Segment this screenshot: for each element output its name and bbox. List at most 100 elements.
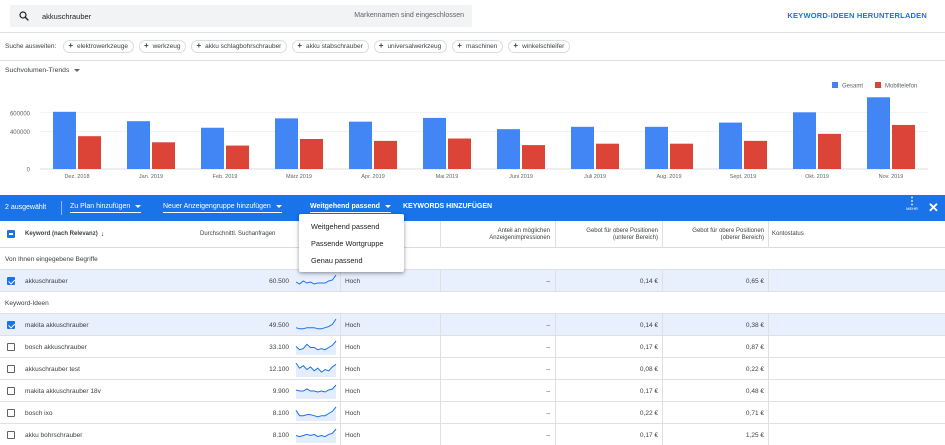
row-checkbox[interactable] bbox=[7, 343, 15, 351]
search-box[interactable]: akkuschrauber Markennamen sind eingeschl… bbox=[10, 5, 472, 27]
legend-swatch bbox=[875, 82, 881, 88]
cell-keyword: makita akkuschrauber bbox=[25, 321, 89, 329]
table-row[interactable]: akkuschrauber test 12.100 Hoch – 0,08 € 0,22 … bbox=[0, 358, 945, 380]
more-button[interactable]: ⋮ MEHR bbox=[905, 197, 919, 212]
bar-mobiltelefon[interactable] bbox=[744, 140, 767, 169]
table-row[interactable]: bosch akkuschrauber 33.100 Hoch – 0,17 € 0,87… bbox=[0, 336, 945, 358]
cell-keyword: bosch akkuschrauber bbox=[25, 343, 87, 351]
cell-competition: Hoch bbox=[345, 277, 361, 285]
cell-keyword: akkuschrauber test bbox=[25, 365, 80, 373]
table-row[interactable]: makita akkuschrauber 49.500 Hoch – 0,14 € 0,3… bbox=[0, 314, 945, 336]
cell-bid-high: 0,38 € bbox=[745, 321, 764, 329]
add-keywords-button[interactable]: KEYWORDS HINZUFÜGEN bbox=[403, 203, 492, 212]
column-divider bbox=[662, 270, 663, 292]
bar-mobiltelefon[interactable] bbox=[522, 145, 545, 169]
bar-mobiltelefon[interactable] bbox=[818, 133, 841, 169]
column-share[interactable]: Anteil an möglichen Anzeigenimpressionen bbox=[440, 221, 550, 248]
bar-gesamt[interactable] bbox=[867, 97, 890, 169]
bar-mobiltelefon[interactable] bbox=[226, 145, 249, 169]
bar-gesamt[interactable] bbox=[645, 126, 668, 169]
cell-keyword: akkuschrauber bbox=[25, 277, 68, 285]
bar-mobiltelefon[interactable] bbox=[596, 143, 619, 169]
suggestion-chip[interactable]: + maschinen bbox=[452, 39, 504, 53]
bar-gesamt[interactable] bbox=[423, 117, 446, 169]
suggestion-chip[interactable]: + winkelschleifer bbox=[508, 39, 571, 53]
bar-mobiltelefon[interactable] bbox=[152, 142, 175, 169]
add-to-plan-dropdown[interactable]: Zu Plan hinzufügen bbox=[70, 203, 142, 213]
trend-selector[interactable]: Suchvolumen-Trends bbox=[5, 67, 81, 74]
column-bid-high-line2: (oberer Bereich) bbox=[720, 234, 764, 241]
table-row[interactable]: akku bohrschrauber 8.100 Hoch – 0,17 € 1,25 € bbox=[0, 424, 945, 445]
cell-competition: Hoch bbox=[345, 409, 361, 417]
suggestion-chip[interactable]: + elektrowerkzeuge bbox=[63, 39, 134, 53]
bar-gesamt[interactable] bbox=[793, 112, 816, 169]
column-bid-high[interactable]: Gebot für obere Positionen (oberer Bereic… bbox=[662, 221, 764, 248]
legend-swatch bbox=[832, 82, 838, 88]
suggestion-chip[interactable]: + akku schlagbohrschrauber bbox=[191, 39, 288, 53]
match-type-menu: Weitgehend passend Passende Wortgruppe G… bbox=[299, 214, 404, 272]
bar-gesamt[interactable] bbox=[571, 126, 594, 169]
y-tick-label: 0 bbox=[27, 168, 31, 174]
legend-label: Gesamt bbox=[842, 84, 863, 90]
column-divider bbox=[440, 270, 441, 292]
bar-mobiltelefon[interactable] bbox=[892, 124, 915, 169]
suggestion-chip[interactable]: + universalwerkzeug bbox=[373, 39, 448, 53]
menu-item-phrase[interactable]: Passende Wortgruppe bbox=[299, 235, 404, 252]
suggestion-chip[interactable]: + werkzeug bbox=[138, 39, 187, 53]
search-icon bbox=[19, 11, 29, 21]
row-checkbox[interactable] bbox=[7, 277, 15, 285]
trend-sparkline bbox=[295, 406, 337, 421]
menu-item-exact[interactable]: Genau passend bbox=[299, 252, 404, 269]
match-type-dropdown[interactable]: Weitgehend passend bbox=[310, 203, 391, 213]
suggestion-chip-label: akku stabschrauber bbox=[306, 42, 363, 50]
cell-searches: 60.500 bbox=[269, 277, 289, 285]
column-keyword[interactable]: Keyword (nach Relevanz) ↓ bbox=[25, 221, 205, 248]
column-bid-low[interactable]: Gebot für obere Positionen (unterer Berei… bbox=[555, 221, 658, 248]
bar-mobiltelefon[interactable] bbox=[300, 139, 323, 169]
suggestion-chip[interactable]: + akku stabschrauber bbox=[292, 39, 369, 53]
row-checkbox[interactable] bbox=[7, 321, 15, 329]
search-volume-chart: 600000 400000 0 Dez. 2018 Jan. 2019 Feb. 2019… bbox=[10, 82, 928, 180]
section-entered: Von Ihnen eingegebene Begriffe bbox=[0, 248, 945, 270]
x-tick-label: Jan. 2019 bbox=[139, 174, 163, 180]
x-tick-label: März 2019 bbox=[286, 174, 312, 180]
column-divider bbox=[340, 336, 341, 358]
suggestion-chip-label: elektrowerkzeuge bbox=[76, 42, 128, 50]
bar-gesamt[interactable] bbox=[349, 121, 372, 169]
bar-mobiltelefon[interactable] bbox=[78, 136, 101, 169]
chevron-down-icon bbox=[74, 69, 81, 72]
bar-gesamt[interactable] bbox=[719, 122, 742, 169]
search-input[interactable]: akkuschrauber bbox=[42, 12, 91, 21]
table-row[interactable]: akkuschrauber 60.500 Hoch – 0,14 € 0,65 € bbox=[0, 270, 945, 292]
download-keywords-button[interactable]: KEYWORD-IDEEN HERUNTERLADEN bbox=[787, 11, 927, 20]
cell-bid-low: 0,22 € bbox=[639, 409, 658, 417]
bar-gesamt[interactable] bbox=[53, 111, 76, 169]
trend-selector-label: Suchvolumen-Trends bbox=[5, 67, 70, 74]
bar-mobiltelefon[interactable] bbox=[448, 138, 471, 169]
new-adgroup-dropdown[interactable]: Neuer Anzeigengruppe hinzufügen bbox=[163, 203, 282, 213]
bar-gesamt[interactable] bbox=[497, 129, 520, 169]
bar-gesamt[interactable] bbox=[127, 121, 150, 169]
cell-bid-high: 0,87 € bbox=[745, 343, 764, 351]
column-status[interactable]: Kontostatus bbox=[772, 221, 892, 248]
close-icon[interactable]: ✕ bbox=[928, 200, 939, 216]
bar-mobiltelefon[interactable] bbox=[374, 140, 397, 169]
column-divider bbox=[768, 402, 769, 424]
table-row[interactable]: bosch ixo 8.100 Hoch – 0,22 € 0,71 € bbox=[0, 402, 945, 424]
column-divider bbox=[340, 314, 341, 336]
menu-item-broad[interactable]: Weitgehend passend bbox=[299, 218, 404, 235]
row-checkbox[interactable] bbox=[7, 387, 15, 395]
row-checkbox[interactable] bbox=[7, 431, 15, 439]
bar-gesamt[interactable] bbox=[275, 118, 298, 169]
select-all-checkbox[interactable] bbox=[7, 230, 15, 238]
column-divider bbox=[440, 336, 441, 358]
row-checkbox[interactable] bbox=[7, 365, 15, 373]
suggestion-chip-label: winkelschleifer bbox=[522, 42, 565, 50]
row-checkbox[interactable] bbox=[7, 409, 15, 417]
bar-gesamt[interactable] bbox=[201, 127, 224, 169]
column-divider bbox=[440, 314, 441, 336]
cell-competition: Hoch bbox=[345, 343, 361, 351]
table-row[interactable]: makita akkuschrauber 18v 9.900 Hoch – 0,17 €… bbox=[0, 380, 945, 402]
column-divider bbox=[555, 424, 556, 445]
bar-mobiltelefon[interactable] bbox=[670, 143, 693, 169]
